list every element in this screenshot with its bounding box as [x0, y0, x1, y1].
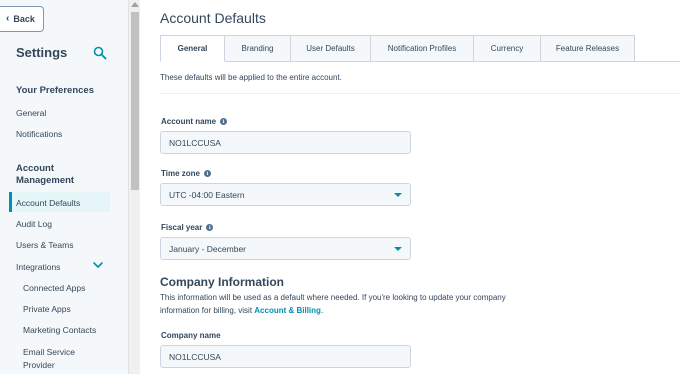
info-icon[interactable]: i [203, 170, 211, 177]
sidebar-scrollbar[interactable] [128, 0, 140, 374]
fiscal-year-value: January - December [169, 243, 247, 254]
account-name-label-text: Account name [161, 117, 217, 126]
search-icon[interactable] [93, 46, 107, 60]
account-name-input[interactable]: NO1LCCUSA [160, 131, 411, 154]
email-service-line2: Provider [23, 360, 55, 370]
sidebar-title: Settings [16, 45, 68, 60]
sidebar-item-integrations[interactable]: Integrations [16, 262, 60, 272]
chevron-down-icon[interactable] [93, 261, 103, 269]
scrollbar-thumb[interactable] [131, 12, 139, 190]
info-icon[interactable]: i [220, 118, 228, 125]
company-desc-line2: information for billing, visit Account &… [160, 304, 540, 317]
sidebar-item-connected-apps[interactable]: Connected Apps [23, 283, 85, 293]
company-name-label-text: Company name [161, 331, 221, 340]
company-name-input[interactable]: NO1LCCUSA [160, 345, 411, 368]
tab-user-defaults[interactable]: User Defaults [291, 35, 371, 62]
sidebar-item-marketing-contacts[interactable]: Marketing Contacts [23, 325, 96, 335]
scroll-up-arrow-icon[interactable] [131, 2, 139, 7]
caret-down-icon [394, 193, 402, 197]
tab-bar: General Branding User Defaults Notificat… [160, 35, 635, 62]
tab-branding[interactable]: Branding [225, 35, 291, 62]
section-your-preferences: Your Preferences [16, 85, 94, 96]
section-account-management: Account Management [16, 163, 74, 187]
intro-text: These defaults will be applied to the en… [160, 73, 342, 82]
account-name-label: Account name i [161, 117, 228, 126]
sidebar-item-email-service-provider[interactable]: Email Service Provider [23, 346, 75, 372]
sidebar-item-audit-log[interactable]: Audit Log [16, 219, 52, 229]
time-zone-select[interactable]: UTC -04:00 Eastern [160, 183, 411, 206]
time-zone-label-text: Time zone [161, 169, 200, 178]
sidebar-item-notifications[interactable]: Notifications [16, 129, 62, 139]
company-desc-prefix: information for billing, visit [160, 306, 255, 315]
company-desc-line1: This information will be used as a defau… [160, 293, 506, 302]
tab-notification-profiles[interactable]: Notification Profiles [371, 35, 474, 62]
section-account-management-line2: Management [16, 175, 75, 186]
fiscal-year-select[interactable]: January - December [160, 237, 411, 260]
sidebar-item-users-teams[interactable]: Users & Teams [16, 240, 73, 250]
section-account-management-line1: Account [16, 163, 54, 174]
time-zone-value: UTC -04:00 Eastern [169, 189, 245, 200]
email-service-line1: Email Service [23, 347, 75, 357]
tab-bar-underline [635, 61, 680, 62]
settings-sidebar: ‹ Back Settings Your Preferences General… [0, 0, 128, 374]
back-label: Back [13, 14, 35, 24]
company-info-description: This information will be used as a defau… [160, 291, 540, 317]
section-divider [160, 93, 680, 94]
fiscal-year-label-text: Fiscal year [161, 223, 203, 232]
account-billing-link[interactable]: Account & Billing [254, 306, 321, 315]
page-title: Account Defaults [160, 10, 266, 26]
info-icon[interactable]: i [206, 224, 214, 231]
time-zone-label: Time zone i [161, 169, 211, 178]
company-desc-suffix: . [320, 306, 324, 315]
tab-general[interactable]: General [160, 35, 225, 62]
tab-feature-releases[interactable]: Feature Releases [541, 35, 635, 62]
sidebar-item-general[interactable]: General [16, 108, 46, 118]
sidebar-item-account-defaults[interactable]: Account Defaults [16, 198, 80, 208]
chevron-left-icon: ‹ [6, 13, 10, 24]
tab-currency[interactable]: Currency [474, 35, 541, 62]
back-button[interactable]: ‹ Back [0, 6, 44, 32]
sidebar-item-private-apps[interactable]: Private Apps [23, 304, 71, 314]
company-info-heading: Company Information [160, 275, 285, 289]
caret-down-icon [394, 247, 402, 251]
main-content: Account Defaults General Branding User D… [141, 0, 680, 374]
company-name-label: Company name [161, 331, 221, 340]
fiscal-year-label: Fiscal year i [161, 223, 214, 232]
